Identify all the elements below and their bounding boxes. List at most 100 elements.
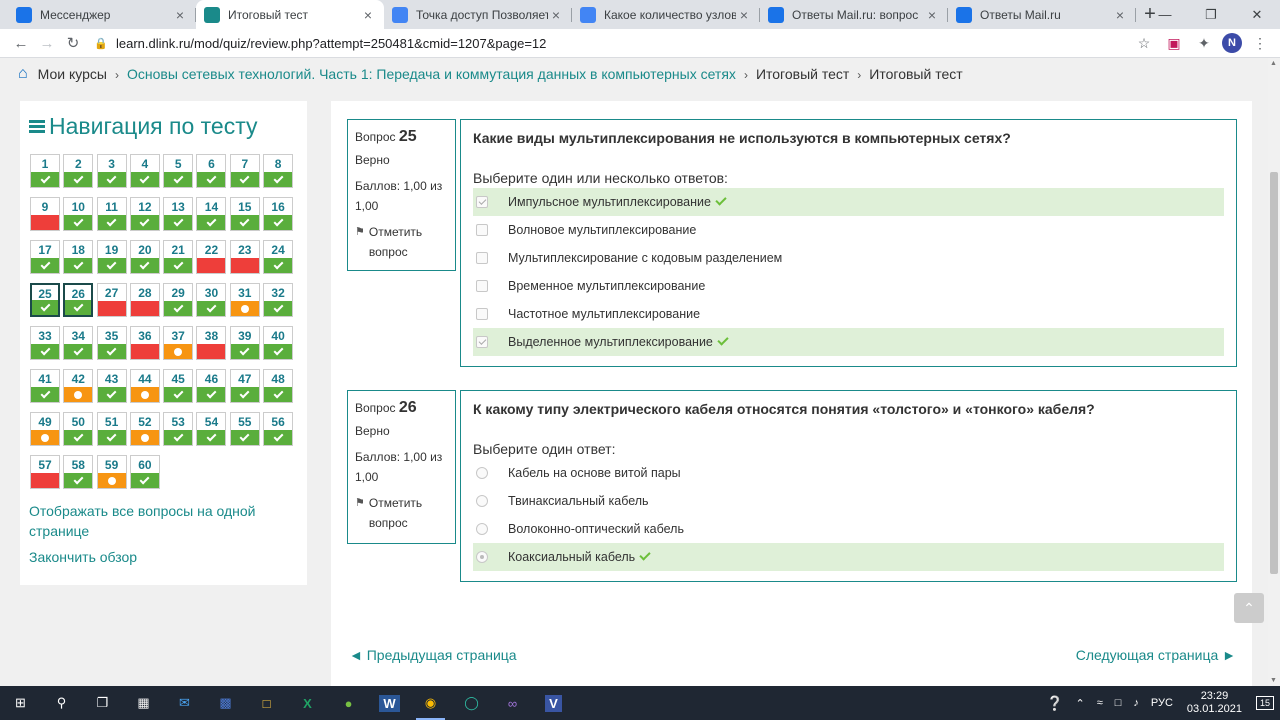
question-nav-button[interactable]: 21 — [163, 240, 194, 274]
question-nav-button[interactable]: 37 — [163, 326, 194, 360]
visual-studio-icon[interactable]: ∞ — [492, 686, 533, 720]
question-nav-button[interactable]: 3 — [96, 154, 127, 188]
question-nav-button[interactable]: 13 — [163, 197, 194, 231]
question-nav-button[interactable]: 22 — [196, 240, 227, 274]
minimize-icon[interactable]: — — [1142, 0, 1188, 29]
wifi-icon[interactable]: ≈ — [1097, 697, 1103, 709]
menu-dots-icon[interactable]: ⋮ — [1248, 31, 1272, 55]
answer-checkbox[interactable] — [476, 252, 488, 264]
question-nav-button[interactable]: 51 — [96, 412, 127, 446]
question-nav-button[interactable]: 56 — [263, 412, 294, 446]
question-nav-button[interactable]: 40 — [263, 326, 294, 360]
question-nav-button[interactable]: 60 — [129, 455, 160, 489]
browser-tab[interactable]: Точка доступ Позволяет об× — [384, 0, 572, 29]
question-nav-button[interactable]: 1 — [30, 154, 60, 188]
extension-icon[interactable]: ▣ — [1162, 31, 1186, 55]
tab-close-icon[interactable]: × — [172, 7, 188, 23]
question-nav-button[interactable]: 10 — [63, 197, 94, 231]
previous-page-link[interactable]: ◄ Предыдущая страница — [349, 647, 517, 663]
question-nav-button[interactable]: 33 — [30, 326, 60, 360]
visio-icon[interactable]: V — [533, 686, 574, 720]
question-nav-button[interactable]: 39 — [229, 326, 260, 360]
tab-close-icon[interactable]: × — [548, 7, 564, 23]
back-icon[interactable]: ← — [8, 30, 34, 56]
question-nav-button[interactable]: 25 — [30, 283, 60, 317]
chrome-icon[interactable]: ◉ — [410, 686, 451, 720]
folder-icon[interactable]: □ — [246, 686, 287, 720]
question-nav-button[interactable]: 32 — [263, 283, 294, 317]
question-nav-button[interactable]: 44 — [129, 369, 160, 403]
question-nav-button[interactable]: 8 — [263, 154, 294, 188]
question-nav-button[interactable]: 47 — [229, 369, 260, 403]
question-nav-button[interactable]: 30 — [196, 283, 227, 317]
page-scrollbar[interactable]: ▲ ▼ — [1268, 58, 1280, 686]
tab-close-icon[interactable]: × — [360, 7, 376, 23]
answer-radio[interactable] — [476, 495, 488, 507]
question-nav-button[interactable]: 14 — [196, 197, 227, 231]
restore-icon[interactable]: ❐ — [1188, 0, 1234, 29]
clock[interactable]: 23:29 03.01.2021 — [1187, 690, 1242, 716]
tab-close-icon[interactable]: × — [736, 7, 752, 23]
flag-question-link[interactable]: ⚑ Отметить вопрос — [355, 222, 448, 262]
word-icon[interactable]: W — [369, 686, 410, 720]
question-nav-button[interactable]: 57 — [30, 455, 60, 489]
question-nav-button[interactable]: 54 — [196, 412, 227, 446]
next-page-link[interactable]: Следующая страница ► — [1076, 647, 1236, 663]
finish-review-link[interactable]: Закончить обзор — [29, 547, 298, 567]
question-nav-button[interactable]: 42 — [63, 369, 94, 403]
network-icon[interactable]: □ — [1115, 697, 1122, 709]
browser-tab[interactable]: Какое количество узлов до× — [572, 0, 760, 29]
breadcrumb-item[interactable]: Итоговый тест — [869, 66, 962, 82]
home-icon[interactable]: ⌂ — [18, 65, 28, 83]
question-nav-button[interactable]: 55 — [229, 412, 260, 446]
question-nav-button[interactable]: 41 — [30, 369, 60, 403]
address-bar[interactable]: 🔒 learn.dlink.ru/mod/quiz/review.php?att… — [86, 30, 1132, 56]
store-icon[interactable]: ▦ — [123, 686, 164, 720]
show-all-questions-link[interactable]: Отображать все вопросы на одной странице — [29, 501, 298, 541]
save-icon[interactable]: ▩ — [205, 686, 246, 720]
question-nav-button[interactable]: 15 — [229, 197, 260, 231]
question-nav-button[interactable]: 45 — [163, 369, 194, 403]
question-nav-button[interactable]: 49 — [30, 412, 60, 446]
browser-tab[interactable]: Ответы Mail.ru: вопрос × — [760, 0, 948, 29]
close-icon[interactable]: ✕ — [1234, 0, 1280, 29]
notifications-icon[interactable]: 15 — [1255, 696, 1274, 710]
answer-radio[interactable] — [476, 467, 488, 479]
scrollbar-thumb[interactable] — [1270, 172, 1278, 574]
answer-radio[interactable] — [476, 551, 488, 563]
question-nav-button[interactable]: 29 — [163, 283, 194, 317]
volume-icon[interactable]: ♪ — [1133, 697, 1139, 709]
question-nav-button[interactable]: 50 — [63, 412, 94, 446]
breadcrumb-item[interactable]: Основы сетевых технологий. Часть 1: Пере… — [127, 66, 736, 82]
question-nav-button[interactable]: 46 — [196, 369, 227, 403]
question-nav-button[interactable]: 27 — [96, 283, 127, 317]
tab-close-icon[interactable]: × — [1112, 7, 1128, 23]
question-nav-button[interactable]: 26 — [63, 283, 94, 317]
question-nav-button[interactable]: 34 — [63, 326, 94, 360]
question-nav-button[interactable]: 5 — [163, 154, 194, 188]
question-nav-button[interactable]: 19 — [96, 240, 127, 274]
mail-icon[interactable]: ✉ — [164, 686, 205, 720]
language-indicator[interactable]: РУС — [1151, 697, 1173, 709]
question-nav-button[interactable]: 6 — [196, 154, 227, 188]
tab-close-icon[interactable]: × — [924, 7, 940, 23]
question-nav-button[interactable]: 53 — [163, 412, 194, 446]
torrent-icon[interactable]: ● — [328, 686, 369, 720]
edge-icon[interactable]: ◯ — [451, 686, 492, 720]
question-nav-button[interactable]: 18 — [63, 240, 94, 274]
question-nav-button[interactable]: 58 — [63, 455, 94, 489]
forward-icon[interactable]: → — [34, 30, 60, 56]
breadcrumb-item[interactable]: Итоговый тест — [756, 66, 849, 82]
help-icon[interactable]: ❔ — [1046, 695, 1063, 712]
browser-tab[interactable]: Мессенджер × — [8, 0, 196, 29]
back-to-top-button[interactable]: ⌃ — [1234, 593, 1264, 623]
question-nav-button[interactable]: 36 — [129, 326, 160, 360]
question-nav-button[interactable]: 48 — [263, 369, 294, 403]
answer-checkbox[interactable] — [476, 280, 488, 292]
answer-checkbox[interactable] — [476, 224, 488, 236]
question-nav-button[interactable]: 17 — [30, 240, 60, 274]
question-nav-button[interactable]: 35 — [96, 326, 127, 360]
question-nav-button[interactable]: 7 — [229, 154, 260, 188]
question-nav-button[interactable]: 23 — [229, 240, 260, 274]
bookmark-star-icon[interactable]: ☆ — [1132, 31, 1156, 55]
